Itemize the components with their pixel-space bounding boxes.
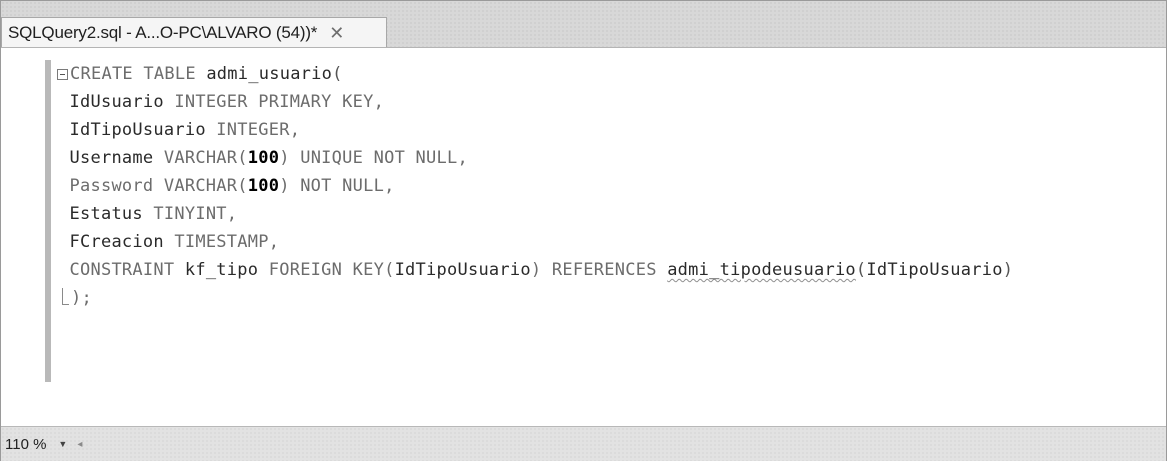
code-line[interactable]: CONSTRAINT kf_tipo FOREIGN KEY(IdTipoUsu… bbox=[59, 256, 1013, 284]
code-token: IdTipoUsuario bbox=[866, 260, 1003, 280]
code-token: CREATE TABLE bbox=[70, 64, 207, 84]
code-token: FCreacion bbox=[69, 232, 164, 252]
chevron-down-icon: ▼ bbox=[58, 439, 68, 449]
code-line[interactable]: ); bbox=[59, 284, 1013, 312]
code-token: Username bbox=[69, 148, 154, 168]
code-token: kf_tipo bbox=[184, 260, 259, 280]
collapse-icon[interactable] bbox=[57, 69, 68, 80]
zoom-level: 110 % bbox=[5, 435, 47, 453]
code-token: ) REFERENCES bbox=[530, 260, 668, 280]
code-token: TIMESTAMP, bbox=[163, 232, 280, 252]
code-token: INTEGER PRIMARY KEY, bbox=[163, 92, 385, 112]
code-token: ) NOT NULL, bbox=[279, 176, 395, 196]
close-icon[interactable]: ✕ bbox=[329, 24, 344, 42]
query-editor-window: SQLQuery2.sql - A...O-PC\ALVARO (54))* ✕… bbox=[0, 0, 1167, 461]
code-line[interactable]: CREATE TABLE admi_usuario( bbox=[57, 60, 1013, 88]
zoom-dropdown[interactable]: 110 % ▼ bbox=[5, 436, 67, 453]
tab-title: SQLQuery2.sql - A...O-PC\ALVARO (54))* bbox=[8, 22, 318, 42]
code-token: IdTipoUsuario bbox=[394, 260, 531, 280]
code-lines: CREATE TABLE admi_usuario( IdUsuario INT… bbox=[57, 60, 1013, 312]
code-token: CONSTRAINT bbox=[69, 260, 185, 280]
document-tab-strip: SQLQuery2.sql - A...O-PC\ALVARO (54))* ✕ bbox=[1, 1, 1166, 47]
code-token: 100 bbox=[247, 176, 280, 196]
code-token: IdTipoUsuario bbox=[69, 120, 206, 140]
scroll-left-icon[interactable]: ◂ bbox=[77, 439, 82, 450]
code-token: 100 bbox=[247, 148, 280, 168]
code-line[interactable]: Estatus TINYINT, bbox=[59, 200, 1013, 228]
code-token: Estatus bbox=[69, 204, 143, 224]
code-line[interactable]: FCreacion TIMESTAMP, bbox=[59, 228, 1013, 256]
code-token: ) UNIQUE NOT NULL, bbox=[279, 148, 468, 168]
sql-editor[interactable]: CREATE TABLE admi_usuario( IdUsuario INT… bbox=[1, 47, 1166, 426]
code-token: ); bbox=[71, 288, 92, 308]
code-token: INTEGER, bbox=[205, 120, 301, 140]
code-token: Password VARCHAR( bbox=[69, 176, 248, 196]
code-token: FOREIGN KEY( bbox=[258, 260, 395, 280]
code-line[interactable]: Username VARCHAR(100) UNIQUE NOT NULL, bbox=[59, 144, 1013, 172]
code-token: admi_tipodeusuario bbox=[667, 260, 856, 280]
code-token: admi_usuario bbox=[206, 64, 333, 84]
code-token: VARCHAR( bbox=[153, 148, 248, 168]
document-tab[interactable]: SQLQuery2.sql - A...O-PC\ALVARO (54))* ✕ bbox=[1, 17, 387, 47]
code-token: TINYINT, bbox=[142, 204, 238, 224]
status-bar: 110 % ▼ ◂ bbox=[1, 426, 1166, 461]
code-token: ( bbox=[332, 64, 343, 84]
code-token: ( bbox=[855, 260, 867, 280]
code-token: ) bbox=[1002, 260, 1014, 280]
fold-end-marker bbox=[62, 288, 69, 305]
code-line[interactable]: IdUsuario INTEGER PRIMARY KEY, bbox=[59, 88, 1013, 116]
code-token: IdUsuario bbox=[69, 92, 164, 112]
code-line[interactable]: IdTipoUsuario INTEGER, bbox=[59, 116, 1013, 144]
change-tracking-margin bbox=[45, 60, 51, 382]
code-line[interactable]: Password VARCHAR(100) NOT NULL, bbox=[59, 172, 1013, 200]
